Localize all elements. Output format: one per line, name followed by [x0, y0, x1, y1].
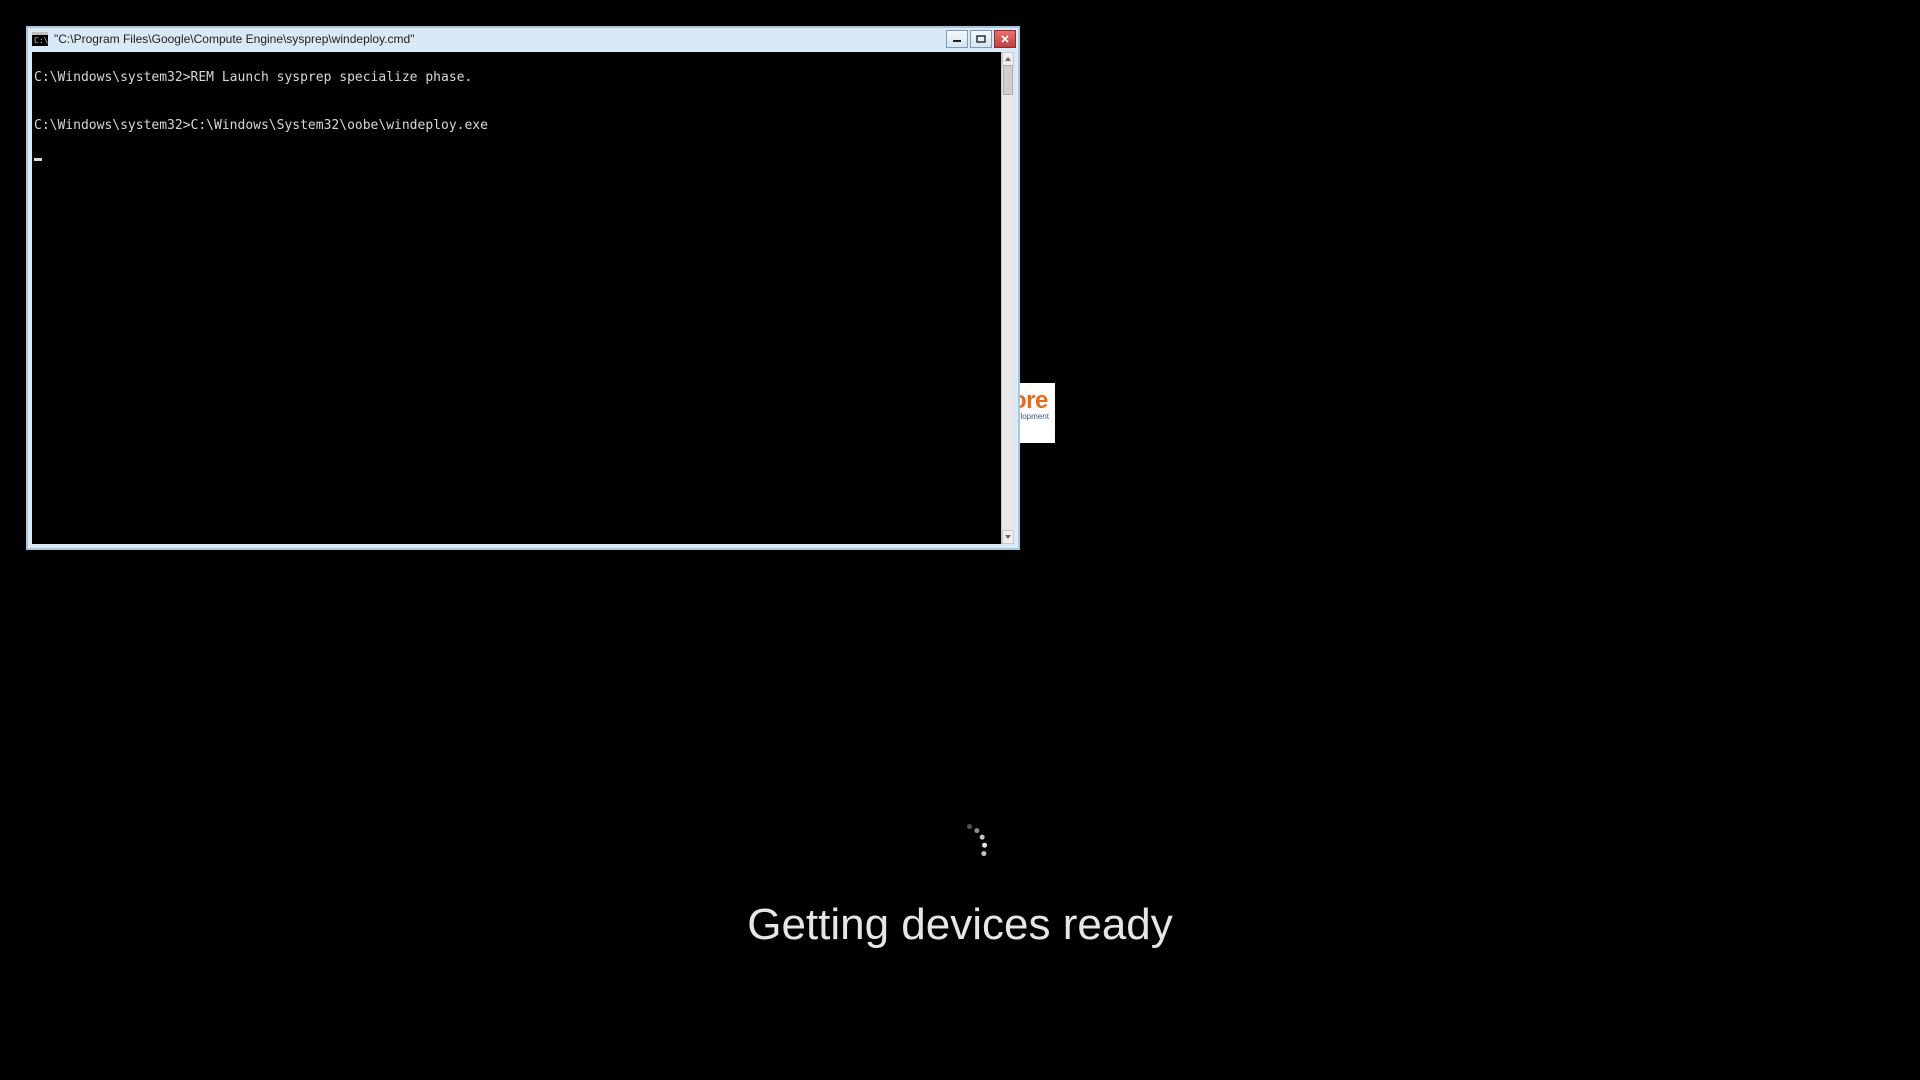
window-title: "C:\Program Files\Google\Compute Engine\…	[54, 32, 944, 46]
command-prompt-window[interactable]: C:\ "C:\Program Files\Google\Compute Eng…	[26, 26, 1020, 550]
scroll-down-button[interactable]	[1002, 530, 1014, 544]
window-buttons	[944, 30, 1016, 48]
oobe-message: Getting devices ready	[747, 900, 1173, 950]
window-client-area: C:\Windows\system32>REM Launch sysprep s…	[32, 52, 1014, 544]
spinner-icon	[935, 820, 985, 870]
vertical-scrollbar[interactable]	[1001, 52, 1014, 544]
scroll-up-button[interactable]	[1002, 52, 1014, 66]
console-cursor	[34, 158, 42, 161]
maximize-button[interactable]	[970, 30, 992, 48]
titlebar[interactable]: C:\ "C:\Program Files\Google\Compute Eng…	[28, 28, 1018, 50]
scroll-thumb[interactable]	[1003, 65, 1013, 95]
minimize-button[interactable]	[946, 30, 968, 48]
oobe-status: Getting devices ready	[747, 820, 1173, 950]
svg-text:C:\: C:\	[34, 36, 48, 45]
close-button[interactable]	[994, 30, 1016, 48]
scroll-track[interactable]	[1002, 65, 1014, 531]
console-line: C:\Windows\system32>REM Launch sysprep s…	[34, 70, 1000, 86]
cmd-icon: C:\	[32, 32, 48, 46]
console-output[interactable]: C:\Windows\system32>REM Launch sysprep s…	[32, 52, 1002, 544]
console-line: C:\Windows\system32>C:\Windows\System32\…	[34, 118, 1000, 134]
oobe-background: ore velopment C:\ "C:\Program Files\Goog…	[0, 0, 1920, 1080]
